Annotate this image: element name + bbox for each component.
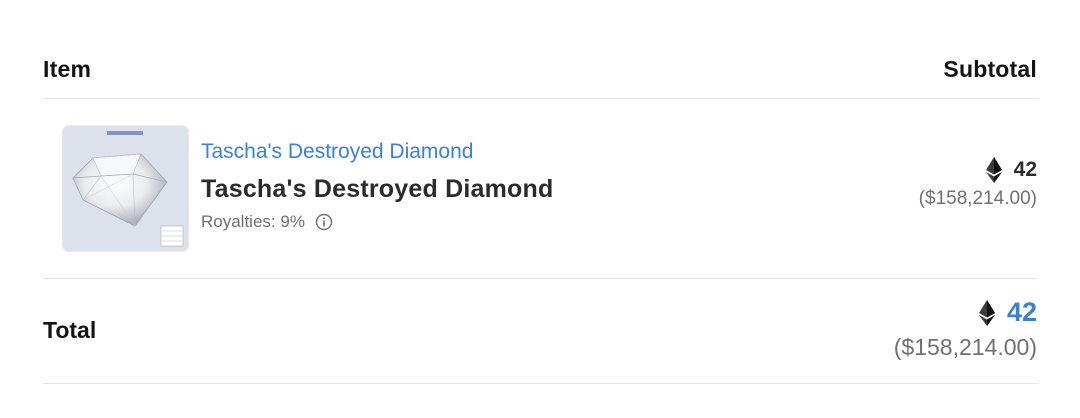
eth-price-line: 42 [919,157,1037,183]
royalties-line: Royalties: 9% [201,211,553,233]
subtotal-column-header: Subtotal [943,56,1037,82]
collection-link[interactable]: Tascha's Destroyed Diamond [201,139,553,165]
ethereum-icon [978,299,995,326]
total-label: Total [43,317,97,343]
royalties-text: Royalties: 9% [201,212,305,231]
checkout-summary: Item Subtotal Tascha's Destroyed Diamond… [43,0,1039,384]
eth-amount: 42 [1013,158,1037,181]
diamond-image-icon [63,126,188,251]
ethereum-icon [985,157,1002,183]
total-usd-amount: ($158,214.00) [893,334,1037,360]
info-circle-icon[interactable] [315,213,333,231]
line-item-price: 42 ($158,214.00) [919,157,1037,210]
total-price: 42 ($158,214.00) [894,297,1037,361]
item-column-header: Item [43,56,92,82]
usd-amount: ($158,214.00) [918,188,1037,209]
table-header: Item Subtotal [43,0,1039,99]
total-row: Total 42 ($158,214.00) [43,279,1039,384]
total-eth-line: 42 [894,297,1037,328]
item-thumbnail[interactable] [63,126,188,251]
item-info: Tascha's Destroyed Diamond Tascha's Dest… [201,139,553,233]
line-item-row: Tascha's Destroyed Diamond Tascha's Dest… [43,99,1039,279]
item-name: Tascha's Destroyed Diamond [201,175,554,203]
total-eth-amount: 42 [1006,297,1037,327]
